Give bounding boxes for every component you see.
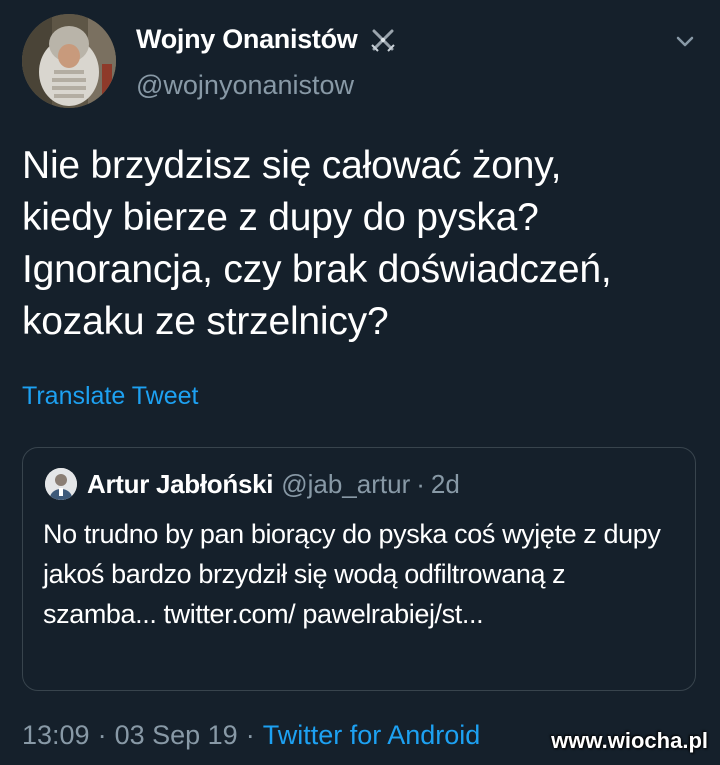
knight-helmet-avatar-icon <box>22 14 116 108</box>
watermark: www.wiocha.pl <box>551 728 708 753</box>
quoted-author-name: Artur Jabłoński <box>87 468 274 499</box>
quoted-tweet-text: No trudno by pan biorący do pyska coś wy… <box>43 519 661 629</box>
tweet-time: 13:09 <box>22 720 90 750</box>
quoted-tweet-card[interactable]: Artur Jabłoński @jab_artur · 2d No trudn… <box>22 447 696 691</box>
author-handle[interactable]: @wojnyonanistow <box>136 70 354 101</box>
chevron-down-icon[interactable] <box>674 30 696 52</box>
tweet-text: Nie brzydzisz się całować żony, kiedy bi… <box>22 144 612 343</box>
author-avatar[interactable] <box>22 14 116 108</box>
tweet-source-link[interactable]: Twitter for Android <box>263 720 481 751</box>
translate-tweet-link[interactable]: Translate Tweet <box>22 382 198 411</box>
quoted-tweet-header: Artur Jabłoński @jab_artur · 2d <box>45 468 460 500</box>
quoted-tweet-time: 2d <box>430 468 460 499</box>
person-avatar-icon <box>45 468 77 500</box>
tweet: Wojny Onanistów @wojnyonanistow Nie brzy… <box>0 0 720 765</box>
tweet-date: 03 Sep 19 <box>114 720 238 750</box>
tweet-footer: 13:09 · 03 Sep 19 · Twitter for Android <box>22 720 480 751</box>
author-name-row: Wojny Onanistów <box>136 24 398 55</box>
quoted-author-handle: @jab_artur <box>281 468 411 499</box>
crossed-swords-icon <box>368 25 398 55</box>
author-display-name[interactable]: Wojny Onanistów <box>136 24 358 55</box>
footer-separator-1: · <box>97 720 107 750</box>
footer-separator-2: · <box>245 720 255 750</box>
quoted-separator: · <box>416 468 425 499</box>
quoted-author-avatar <box>45 468 77 500</box>
